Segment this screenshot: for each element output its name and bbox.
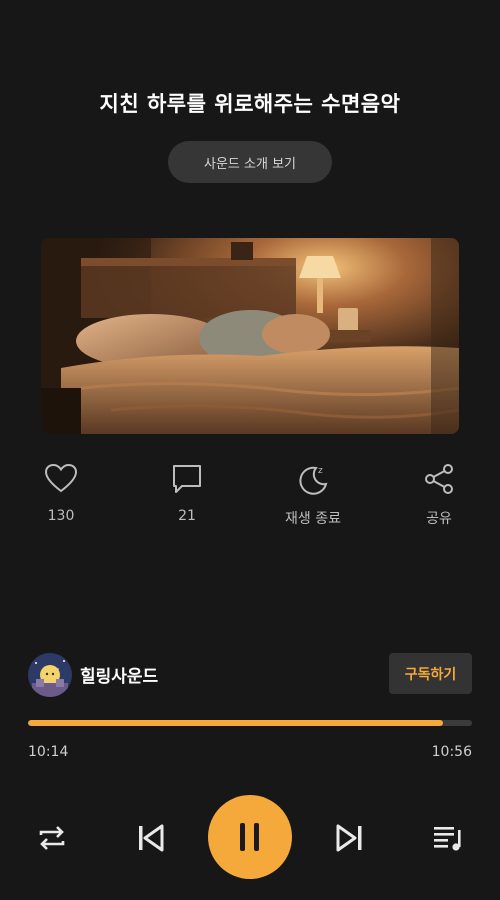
repeat-button[interactable]	[32, 818, 72, 858]
heart-icon	[44, 463, 78, 493]
next-button[interactable]	[330, 818, 370, 858]
comment-action[interactable]: 21	[137, 462, 237, 524]
avatar[interactable]	[28, 653, 72, 697]
action-bar: 130 21 z 재생 종료 공유	[0, 462, 500, 532]
svg-text:z: z	[318, 466, 323, 476]
progress-bar[interactable]	[28, 720, 472, 726]
pause-button[interactable]	[208, 795, 292, 879]
playlist-button[interactable]	[428, 818, 468, 858]
skip-next-icon	[336, 824, 362, 852]
share-icon	[425, 464, 453, 494]
share-label: 공유	[426, 511, 452, 527]
comment-count: 21	[178, 508, 196, 524]
sleep-timer-action[interactable]: z 재생 종료	[263, 462, 363, 528]
sound-intro-button[interactable]: 사운드 소개 보기	[168, 141, 332, 183]
sleep-timer-label: 재생 종료	[285, 511, 341, 527]
pause-icon	[240, 823, 259, 851]
channel-name[interactable]: 힐링사운드	[80, 662, 158, 687]
elapsed-time: 10:14	[28, 744, 69, 760]
playlist-icon	[434, 827, 461, 851]
subscribe-button[interactable]: 구독하기	[389, 653, 472, 694]
like-action[interactable]: 130	[11, 462, 111, 524]
previous-button[interactable]	[130, 818, 170, 858]
page-title: 지친 하루를 위로해주는 수면음악	[99, 92, 401, 116]
bedroom-image	[41, 238, 459, 434]
skip-previous-icon	[139, 824, 164, 852]
moon-sleep-icon: z	[299, 466, 328, 495]
total-time: 10:56	[431, 744, 472, 760]
progress-fill	[28, 720, 444, 726]
repeat-icon	[39, 826, 65, 850]
like-count: 130	[47, 508, 75, 524]
share-action[interactable]: 공유	[389, 462, 489, 528]
comment-icon	[173, 465, 201, 493]
